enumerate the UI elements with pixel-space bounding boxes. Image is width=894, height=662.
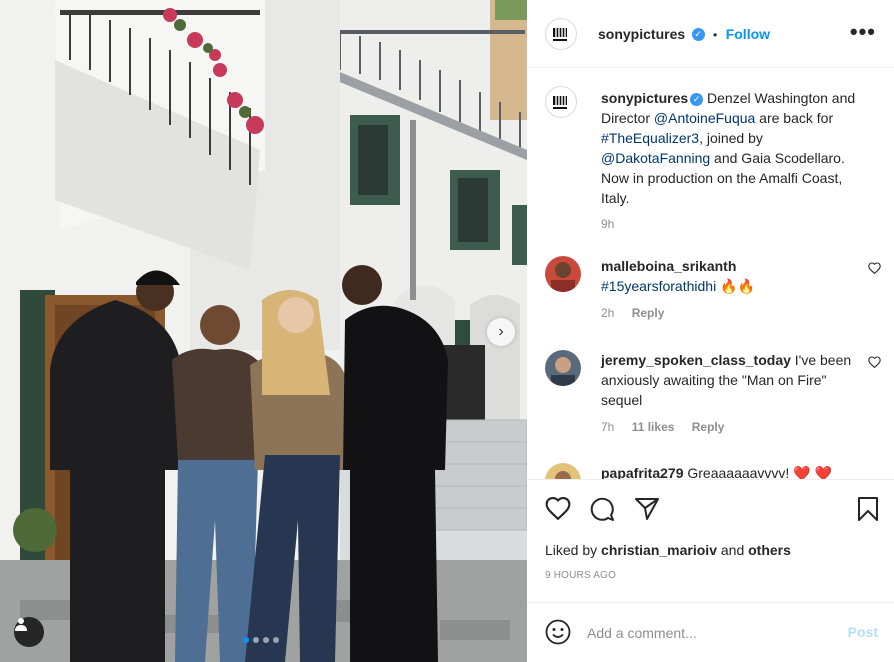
follow-button[interactable]: Follow — [726, 26, 770, 42]
mention-link[interactable]: @AntoineFuqua — [654, 110, 755, 126]
comment-avatar[interactable] — [545, 350, 581, 386]
post-comment-button[interactable]: Post — [848, 624, 878, 640]
liked-by-prefix: Liked by — [545, 542, 602, 558]
comment-text: #15yearsforathidhi 🔥🔥 — [601, 278, 755, 294]
comment-time: 7h — [601, 420, 615, 434]
verified-icon: ✓ — [690, 92, 704, 106]
user-tag-button[interactable] — [14, 617, 44, 647]
avatar-image — [545, 256, 581, 292]
liked-by-user[interactable]: christian_marioiv — [601, 542, 717, 558]
add-comment-bar: Post — [527, 602, 894, 662]
comment-avatar[interactable] — [545, 256, 581, 292]
more-icon[interactable]: ••• — [850, 21, 876, 43]
post-timestamp[interactable]: 9 HOURS AGO — [545, 570, 616, 581]
carousel-dot — [253, 637, 259, 643]
post-side-panel: sonypictures ✓ • Follow ••• sonypictures… — [527, 0, 894, 662]
comment-icon[interactable] — [589, 496, 615, 522]
carousel-next-button[interactable]: › — [487, 318, 515, 346]
header-separator: • — [713, 28, 718, 42]
verified-icon: ✓ — [691, 28, 705, 42]
comment-item: malleboina_srikanth #15yearsforathidhi 🔥… — [545, 256, 885, 326]
hashtag-link[interactable]: #TheEqualizer3 — [601, 130, 699, 146]
author-username[interactable]: sonypictures — [598, 26, 685, 42]
post-actions — [545, 496, 883, 522]
share-icon[interactable] — [634, 496, 660, 522]
liked-by-others[interactable]: others — [748, 542, 791, 558]
post-header-author: sonypictures ✓ • Follow — [598, 26, 770, 44]
post-image — [0, 0, 527, 662]
comment-input[interactable] — [585, 621, 829, 645]
caption-text: sonypictures ✓ Denzel Washington and Dire… — [601, 88, 856, 234]
comment-username[interactable]: malleboina_srikanth — [601, 258, 736, 274]
caption-part: are back for — [755, 110, 834, 126]
caption-author-avatar[interactable] — [545, 86, 577, 118]
reply-button[interactable]: Reply — [692, 420, 725, 434]
author-avatar[interactable] — [545, 18, 577, 50]
emoji-icon[interactable] — [545, 619, 571, 645]
carousel-dot — [273, 637, 279, 643]
caption-username[interactable]: sonypictures — [601, 90, 688, 106]
caption-part: , joined by — [699, 130, 763, 146]
comment-avatar[interactable] — [545, 463, 581, 479]
bookmark-icon[interactable] — [857, 496, 879, 522]
comment-item: jeremy_spoken_class_today I've been anxi… — [545, 350, 885, 440]
post-photo[interactable]: › — [0, 0, 527, 662]
comment-body: papafrita279 Greaaaaaavvvv! ❤️ ❤️ — [601, 463, 856, 480]
mention-link[interactable]: @DakotaFanning — [601, 150, 710, 166]
heart-icon[interactable] — [868, 356, 881, 368]
carousel-dots — [243, 637, 279, 643]
heart-icon[interactable] — [545, 496, 571, 520]
comment-text: Greaaaaaavvvv! ❤️ ❤️ — [683, 465, 832, 480]
liked-by: Liked by christian_marioiv and others — [545, 542, 791, 558]
sony-pictures-logo-icon — [553, 28, 567, 41]
comment-username[interactable]: papafrita279 — [601, 465, 683, 479]
carousel-dot — [263, 637, 269, 643]
comment-time: 2h — [601, 306, 615, 320]
comment-item: papafrita279 Greaaaaaavvvv! ❤️ ❤️ — [545, 463, 885, 480]
caption-time: 9h — [601, 217, 615, 231]
avatar-image — [545, 350, 581, 386]
comment-body: jeremy_spoken_class_today I've been anxi… — [601, 350, 856, 437]
comments-area[interactable]: sonypictures ✓ Denzel Washington and Dire… — [527, 68, 894, 480]
sony-pictures-logo-icon — [553, 96, 567, 109]
user-tag-icon — [15, 618, 27, 631]
avatar-image — [545, 463, 581, 479]
heart-icon[interactable] — [868, 262, 881, 274]
reply-button[interactable]: Reply — [632, 306, 665, 320]
liked-by-middle: and — [716, 542, 749, 558]
post-header: sonypictures ✓ • Follow ••• — [527, 0, 894, 68]
carousel-dot-active — [243, 637, 249, 643]
comment-meta: 2h Reply — [601, 303, 856, 323]
comment-body: malleboina_srikanth #15yearsforathidhi 🔥… — [601, 256, 856, 323]
comment-meta: 7h 11 likes Reply — [601, 417, 856, 437]
comment-username[interactable]: jeremy_spoken_class_today — [601, 352, 791, 368]
chevron-right-icon: › — [498, 323, 504, 340]
comment-likes[interactable]: 11 likes — [632, 420, 675, 434]
